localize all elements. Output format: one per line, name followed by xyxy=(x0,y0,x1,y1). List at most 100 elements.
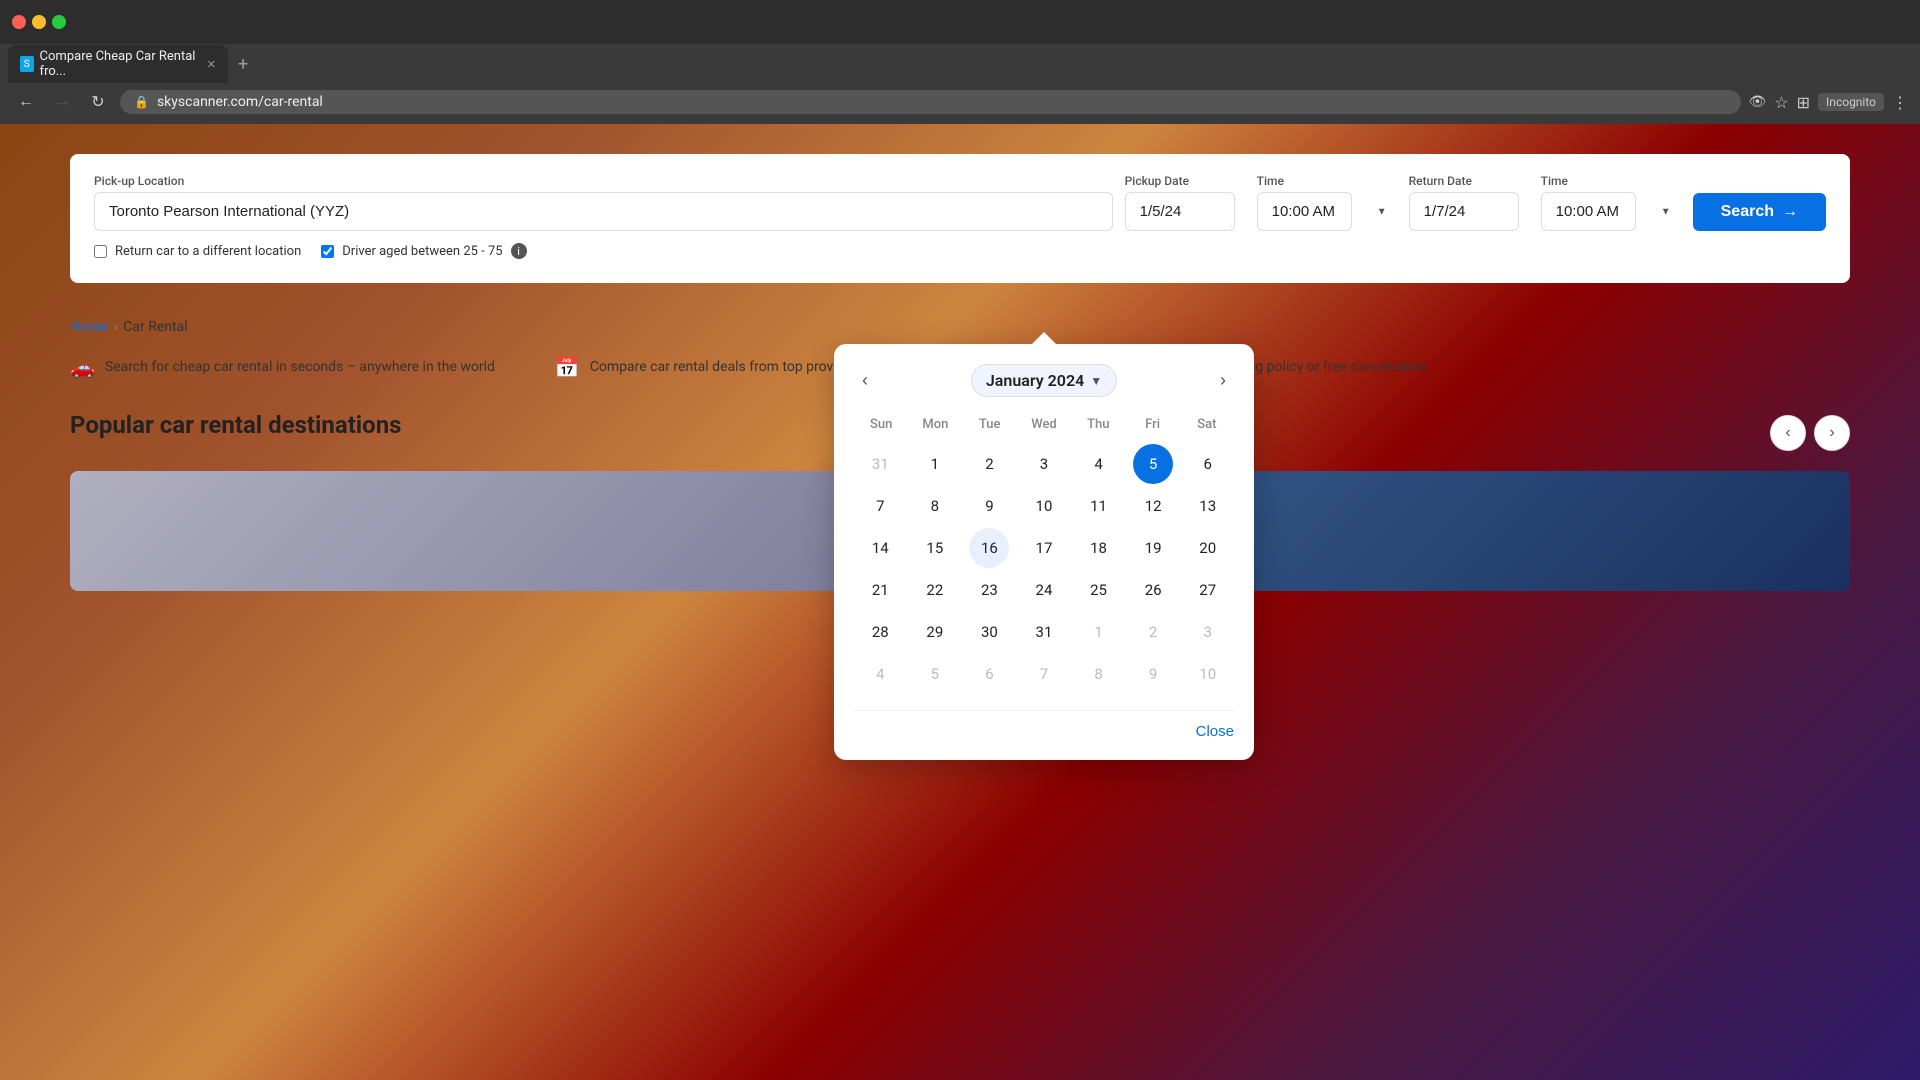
calendar-cell-3-2[interactable]: 23 xyxy=(969,570,1009,610)
return-date-group: Return Date xyxy=(1409,174,1529,231)
calendar-cell-0-1[interactable]: 1 xyxy=(915,444,955,484)
calendar-cell-4-3[interactable]: 31 xyxy=(1024,612,1064,652)
minimize-window-button[interactable] xyxy=(32,15,46,29)
pickup-time-select[interactable]: 10:00 AM 11:00 AM 12:00 PM xyxy=(1257,192,1352,231)
calendar-cell-2-2[interactable]: 16 xyxy=(969,528,1009,568)
calendar-cell-1-0[interactable]: 7 xyxy=(860,486,900,526)
search-button-label: Search xyxy=(1721,203,1774,221)
reload-button[interactable]: ↻ xyxy=(84,88,112,116)
calendar-close-button[interactable]: Close xyxy=(1196,723,1234,740)
breadcrumb-home[interactable]: Home xyxy=(70,319,108,335)
calendar-cell-1-4[interactable]: 11 xyxy=(1079,486,1119,526)
pickup-date-label: Pickup Date xyxy=(1125,174,1245,188)
calendar-cell-0-6[interactable]: 6 xyxy=(1188,444,1228,484)
hide-icon[interactable]: 👁 xyxy=(1749,94,1767,110)
return-time-group: Time 10:00 AM 11:00 AM xyxy=(1541,174,1681,231)
return-different-checkbox[interactable] xyxy=(94,245,107,258)
calendar-cell-0-0: 31 xyxy=(860,444,900,484)
calendar-cell-5-5: 9 xyxy=(1133,654,1173,694)
calendar-cell-3-3[interactable]: 24 xyxy=(1024,570,1064,610)
calendar-cell-3-1[interactable]: 22 xyxy=(915,570,955,610)
driver-age-info-icon[interactable]: i xyxy=(511,243,527,259)
calendar-cell-4-4: 1 xyxy=(1079,612,1119,652)
pickup-time-select-wrapper: 10:00 AM 11:00 AM 12:00 PM xyxy=(1257,192,1397,231)
destinations-next-button[interactable]: › xyxy=(1814,415,1850,451)
calendar-cell-3-0[interactable]: 21 xyxy=(860,570,900,610)
driver-age-checkbox[interactable] xyxy=(321,245,334,258)
pickup-date-input[interactable] xyxy=(1125,192,1235,231)
calendar-cell-0-5[interactable]: 5 xyxy=(1133,444,1173,484)
incognito-badge: Incognito xyxy=(1818,93,1884,111)
calendar-cell-0-4[interactable]: 4 xyxy=(1079,444,1119,484)
breadcrumb-current: Car Rental xyxy=(123,319,187,335)
navigation-bar: ← → ↻ 🔒 skyscanner.com/car-rental 👁 ☆ ⊞ … xyxy=(0,80,1920,124)
destinations-nav: ‹ › xyxy=(1770,415,1850,451)
calendar-cell-3-4[interactable]: 25 xyxy=(1079,570,1119,610)
search-arrow-icon: → xyxy=(1782,203,1798,221)
calendar-cell-1-5[interactable]: 12 xyxy=(1133,486,1173,526)
bookmark-icon[interactable]: ☆ xyxy=(1774,93,1788,112)
return-time-select[interactable]: 10:00 AM 11:00 AM xyxy=(1541,192,1636,231)
return-time-label: Time xyxy=(1541,174,1681,188)
calendar-cell-4-2[interactable]: 30 xyxy=(969,612,1009,652)
active-tab[interactable]: S Compare Cheap Car Rental fro... ✕ xyxy=(8,45,228,83)
destination-card-1[interactable] xyxy=(70,471,952,591)
calendar-overlay: ‹ January 2024 ▼ › Sun Mon Tue Wed Thu F… xyxy=(834,344,1254,760)
driver-age-label[interactable]: Driver aged between 25 - 75 i xyxy=(321,243,526,259)
calendar-cell-2-1[interactable]: 15 xyxy=(915,528,955,568)
back-button[interactable]: ← xyxy=(12,88,40,116)
calendar-cell-4-5: 2 xyxy=(1133,612,1173,652)
calendar-cell-2-4[interactable]: 18 xyxy=(1079,528,1119,568)
month-label: January 2024 xyxy=(986,371,1084,390)
calendar-cell-4-0[interactable]: 28 xyxy=(860,612,900,652)
tab-favicon: S xyxy=(20,56,34,72)
search-button[interactable]: Search → xyxy=(1693,193,1826,231)
calendar-cell-0-3[interactable]: 3 xyxy=(1024,444,1064,484)
close-window-button[interactable] xyxy=(12,15,26,29)
calendar-cell-3-5[interactable]: 26 xyxy=(1133,570,1173,610)
popular-section-title: Popular car rental destinations xyxy=(70,411,402,439)
return-date-input[interactable] xyxy=(1409,192,1519,231)
calendar-cell-5-4: 8 xyxy=(1079,654,1119,694)
month-selector[interactable]: January 2024 ▼ xyxy=(971,364,1117,397)
maximize-window-button[interactable] xyxy=(52,15,66,29)
calendar-cell-3-6[interactable]: 27 xyxy=(1188,570,1228,610)
calendar-cell-5-6: 10 xyxy=(1188,654,1228,694)
tab-bar: S Compare Cheap Car Rental fro... ✕ + xyxy=(0,44,1920,80)
driver-age-text: Driver aged between 25 - 75 xyxy=(342,244,502,259)
calendar-cell-1-6[interactable]: 13 xyxy=(1188,486,1228,526)
calendar-cell-2-5[interactable]: 19 xyxy=(1133,528,1173,568)
menu-icon[interactable]: ⋮ xyxy=(1892,93,1908,112)
calendar-header: ‹ January 2024 ▼ › xyxy=(854,364,1234,397)
calendar-cell-4-1[interactable]: 29 xyxy=(915,612,955,652)
calendar-cell-1-3[interactable]: 10 xyxy=(1024,486,1064,526)
day-header-sat: Sat xyxy=(1180,413,1234,436)
calendar-days-header: Sun Mon Tue Wed Thu Fri Sat xyxy=(854,413,1234,436)
return-different-label[interactable]: Return car to a different location xyxy=(94,244,301,259)
breadcrumb-separator: › xyxy=(114,320,118,334)
calendar-prev-button[interactable]: ‹ xyxy=(854,366,876,395)
forward-button[interactable]: → xyxy=(48,88,76,116)
calendar-cell-0-2[interactable]: 2 xyxy=(969,444,1009,484)
day-header-tue: Tue xyxy=(963,413,1017,436)
calendar-cell-2-6[interactable]: 20 xyxy=(1188,528,1228,568)
day-header-mon: Mon xyxy=(908,413,962,436)
calendar-cell-1-2[interactable]: 9 xyxy=(969,486,1009,526)
new-tab-button[interactable]: + xyxy=(232,54,254,75)
tab-close-button[interactable]: ✕ xyxy=(207,58,216,71)
calendar-cell-2-3[interactable]: 17 xyxy=(1024,528,1064,568)
extension-icon[interactable]: ⊞ xyxy=(1797,93,1810,112)
search-form-container: Pick-up Location Pickup Date Time 10:00 … xyxy=(0,124,1920,303)
calendar-cell-1-1[interactable]: 8 xyxy=(915,486,955,526)
breadcrumb: Home › Car Rental xyxy=(0,303,1920,343)
calendar-cell-2-0[interactable]: 14 xyxy=(860,528,900,568)
address-bar[interactable]: 🔒 skyscanner.com/car-rental xyxy=(120,90,1741,114)
destinations-prev-button[interactable]: ‹ xyxy=(1770,415,1806,451)
calendar-cell-5-0: 4 xyxy=(860,654,900,694)
tab-title: Compare Cheap Car Rental fro... xyxy=(40,49,197,79)
calendar-grid: 3112345678910111213141516171819202122232… xyxy=(854,444,1234,694)
car-icon: 🚗 xyxy=(70,355,95,379)
pickup-location-input[interactable] xyxy=(94,192,1113,231)
calendar-next-button[interactable]: › xyxy=(1212,366,1234,395)
browser-titlebar xyxy=(0,0,1920,44)
